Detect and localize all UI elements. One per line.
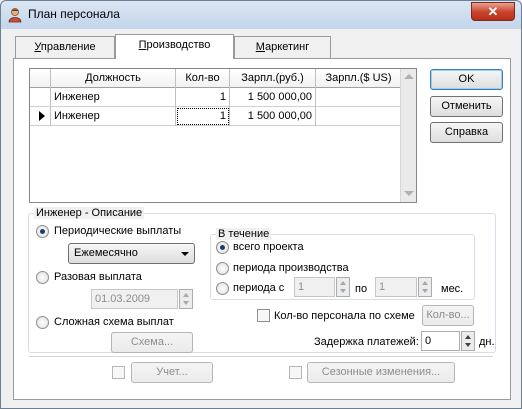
lump-date-spinner[interactable] bbox=[179, 289, 193, 309]
payment-delay-field[interactable]: 0 bbox=[421, 331, 460, 351]
frequency-value: Ежемесячно bbox=[74, 247, 138, 259]
complex-scheme-label[interactable]: Сложная схема выплат bbox=[54, 315, 174, 329]
window-title: План персонала bbox=[28, 7, 120, 21]
row-indicator bbox=[30, 88, 51, 107]
description-group-title: Инженер - Описание bbox=[34, 207, 145, 219]
tab-marketing[interactable]: Маркетинг bbox=[234, 36, 331, 58]
tab-production-accel: П bbox=[138, 39, 147, 51]
whole-project-radio[interactable] bbox=[216, 241, 229, 254]
period-from-radio[interactable] bbox=[216, 282, 229, 295]
scroll-down-icon[interactable] bbox=[404, 191, 414, 196]
footer-separator bbox=[29, 356, 493, 357]
current-row-pointer-icon bbox=[39, 111, 45, 121]
tab-marketing-accel: М bbox=[255, 41, 266, 53]
column-header-count[interactable]: Кол-во bbox=[176, 69, 230, 88]
scheme-button[interactable]: Схема... bbox=[111, 332, 193, 353]
during-group-title: В течение bbox=[216, 228, 272, 240]
staff-count-button[interactable]: Кол-во... bbox=[422, 305, 474, 326]
chevron-down-icon bbox=[181, 252, 189, 256]
account-button[interactable]: Учет... bbox=[131, 362, 213, 383]
cell-count[interactable]: 1 bbox=[176, 88, 230, 107]
column-header-salary-rub[interactable]: Зарпл.(руб.) bbox=[230, 69, 316, 88]
payment-delay-unit: дн. bbox=[479, 336, 495, 348]
payment-delay-spinner[interactable] bbox=[461, 331, 475, 351]
row-indicator bbox=[30, 107, 51, 126]
title-bar: План персонала ✕ bbox=[1, 1, 521, 29]
dialog-window: План персонала ✕ Управление Производство… bbox=[0, 0, 522, 409]
tab-management[interactable]: Управление bbox=[15, 36, 115, 58]
spin-down-icon bbox=[465, 343, 471, 347]
tab-production[interactable]: Производство bbox=[115, 34, 234, 59]
ok-button[interactable]: OK bbox=[430, 69, 503, 90]
seasonal-checkbox[interactable] bbox=[289, 366, 302, 379]
periodic-payments-radio[interactable] bbox=[36, 225, 49, 238]
spin-down-icon bbox=[340, 289, 346, 293]
frequency-dropdown[interactable]: Ежемесячно bbox=[68, 243, 195, 264]
grid-header: Должность Кол-во Зарпл.(руб.) Зарпл.($ U… bbox=[30, 69, 402, 88]
account-checkbox[interactable] bbox=[112, 366, 125, 379]
cell-count-focused[interactable]: 1 bbox=[176, 107, 230, 126]
cell-salary-usd[interactable] bbox=[316, 107, 402, 126]
period-to-field[interactable]: 1 bbox=[375, 277, 417, 297]
period-unit-label: мес. bbox=[441, 283, 464, 295]
table-row[interactable]: Инженер 1 1 500 000,00 bbox=[30, 88, 402, 107]
lump-payment-label[interactable]: Разовая выплата bbox=[54, 270, 142, 284]
period-to-spinner[interactable] bbox=[418, 277, 432, 297]
spin-down-icon bbox=[183, 301, 189, 305]
whole-project-label[interactable]: всего проекта bbox=[233, 240, 304, 254]
person-icon bbox=[8, 8, 22, 23]
close-button[interactable]: ✕ bbox=[471, 2, 515, 21]
periodic-payments-label[interactable]: Периодические выплаты bbox=[54, 224, 181, 238]
table-row[interactable]: Инженер 1 1 500 000,00 bbox=[30, 107, 402, 126]
spin-up-icon bbox=[422, 281, 428, 285]
spin-up-icon bbox=[340, 281, 346, 285]
period-from-spinner[interactable] bbox=[336, 277, 350, 297]
period-to-label: по bbox=[355, 283, 368, 295]
grid-vertical-scrollbar[interactable] bbox=[400, 69, 416, 202]
staff-by-scheme-checkbox[interactable] bbox=[257, 309, 270, 322]
column-header-role[interactable]: Должность bbox=[51, 69, 176, 88]
cell-role[interactable]: Инженер bbox=[51, 88, 176, 107]
lump-payment-radio[interactable] bbox=[36, 271, 49, 284]
row-indicator-header bbox=[30, 69, 51, 88]
tab-production-label: роизводство bbox=[146, 39, 211, 51]
spin-down-icon bbox=[422, 289, 428, 293]
cancel-button[interactable]: Отменить bbox=[430, 96, 503, 117]
column-header-salary-usd[interactable]: Зарпл.($ US) bbox=[316, 69, 402, 88]
staff-by-scheme-label[interactable]: Кол-во персонала по схеме bbox=[274, 309, 415, 323]
staff-grid[interactable]: Должность Кол-во Зарпл.(руб.) Зарпл.($ U… bbox=[29, 68, 417, 203]
complex-scheme-radio[interactable] bbox=[36, 316, 49, 329]
production-period-radio[interactable] bbox=[216, 262, 229, 275]
lump-date-field[interactable]: 01.03.2009 bbox=[91, 289, 178, 309]
tab-marketing-label: аркетинг bbox=[265, 41, 310, 53]
cell-salary-rub[interactable]: 1 500 000,00 bbox=[230, 88, 316, 107]
cell-role[interactable]: Инженер bbox=[51, 107, 176, 126]
period-from-label[interactable]: периода с bbox=[233, 281, 284, 295]
period-from-field[interactable]: 1 bbox=[294, 277, 335, 297]
seasonal-changes-button[interactable]: Сезонные изменения... bbox=[307, 362, 455, 383]
scroll-up-icon[interactable] bbox=[404, 74, 414, 79]
production-period-label[interactable]: периода производства bbox=[233, 261, 349, 275]
spin-up-icon bbox=[465, 335, 471, 339]
tab-management-label: правление bbox=[40, 41, 96, 53]
cell-salary-rub[interactable]: 1 500 000,00 bbox=[230, 107, 316, 126]
payment-delay-label: Задержка платежей: bbox=[314, 336, 419, 348]
spin-up-icon bbox=[183, 293, 189, 297]
help-button[interactable]: Справка bbox=[430, 122, 503, 143]
cell-salary-usd[interactable] bbox=[316, 88, 402, 107]
